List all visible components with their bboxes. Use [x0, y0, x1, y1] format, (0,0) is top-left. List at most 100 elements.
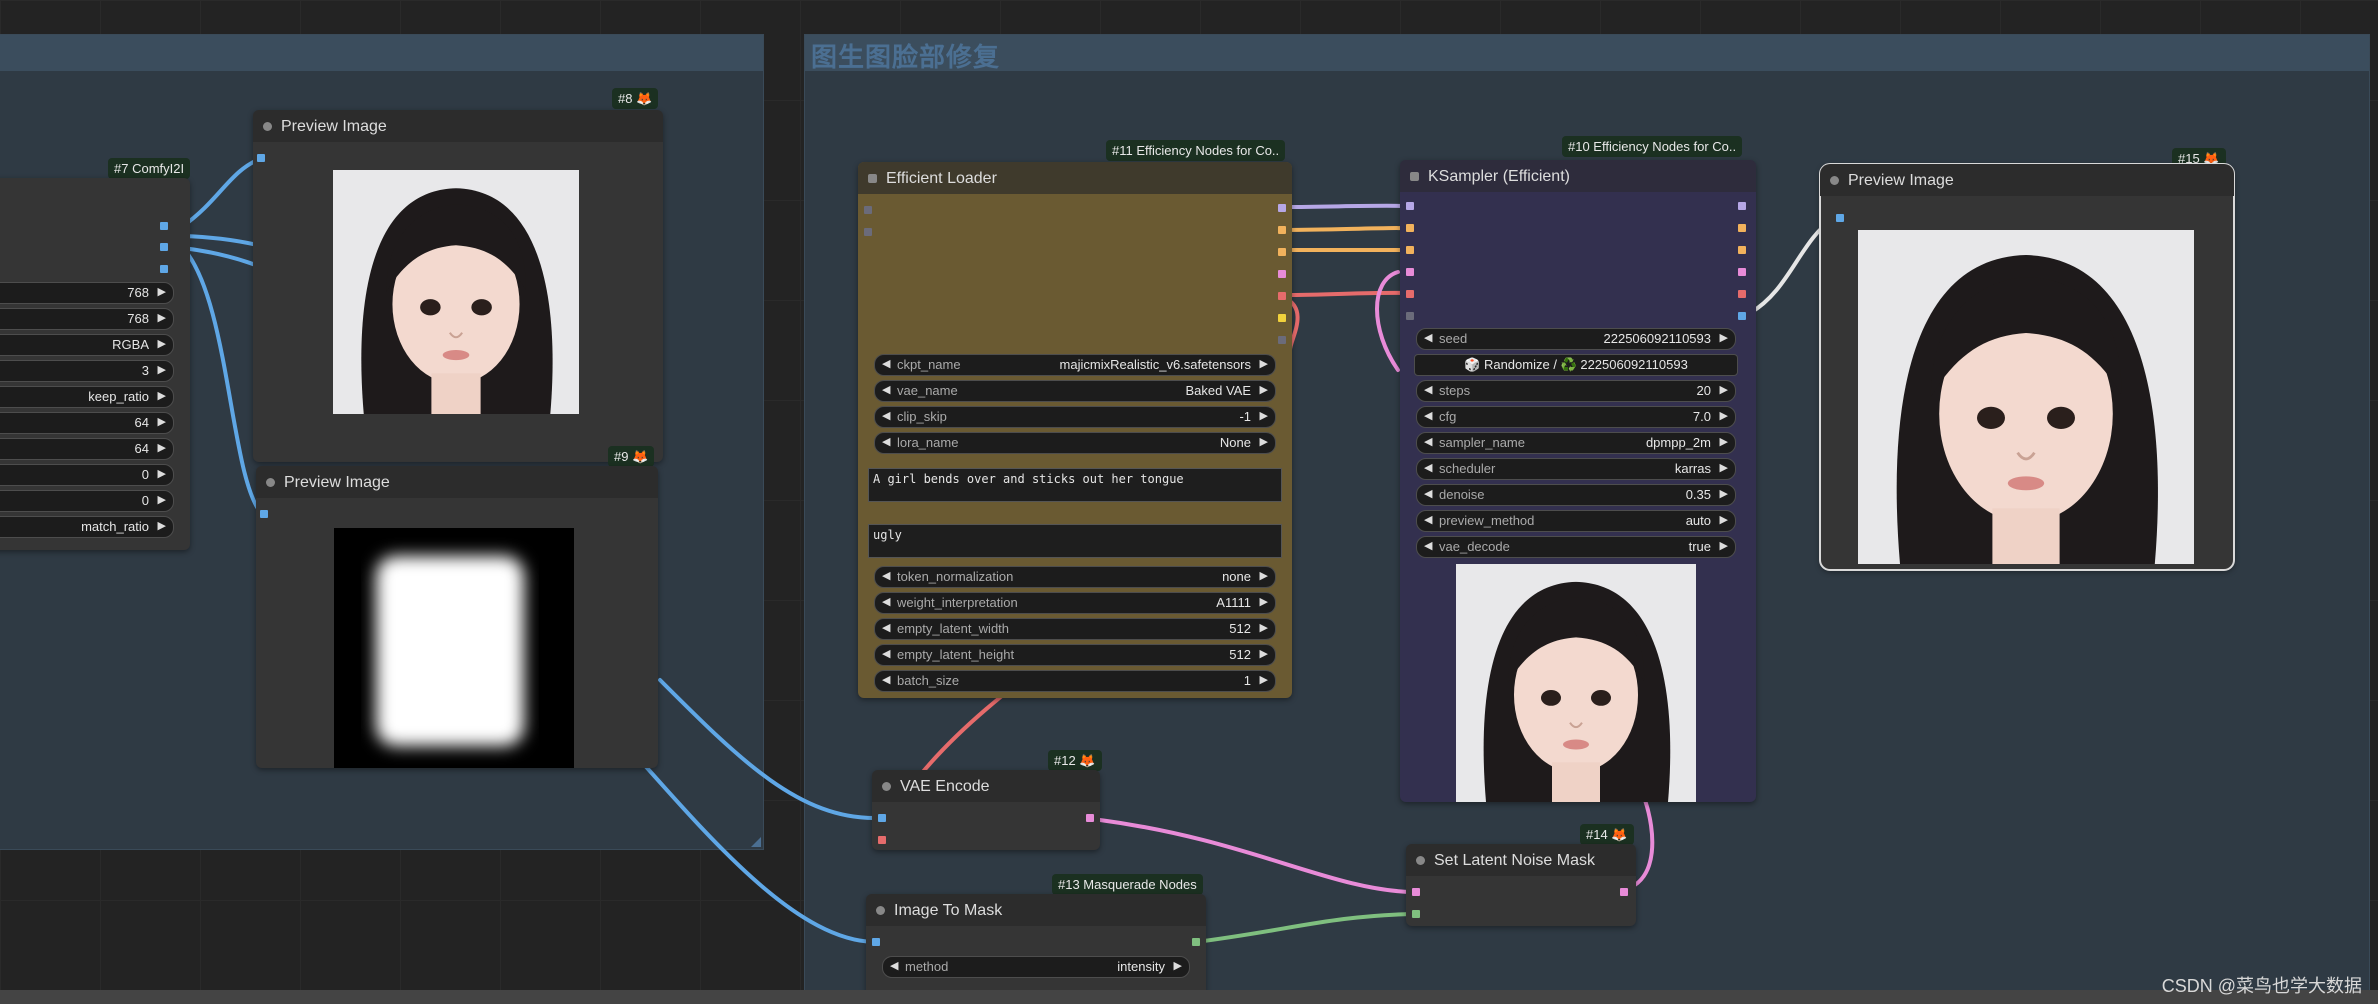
- collapse-dot-icon[interactable]: [1410, 172, 1419, 181]
- increment-arrow-icon[interactable]: ▶: [1720, 383, 1728, 396]
- node8-header[interactable]: Preview Image: [253, 110, 663, 142]
- increment-arrow-icon[interactable]: ▶: [158, 363, 166, 376]
- cfg-widget[interactable]: ◀ cfg 7.0 ▶: [1416, 406, 1736, 428]
- decrement-arrow-icon[interactable]: ◀: [882, 647, 890, 660]
- node7-widget[interactable]: keep_ratio ▶: [0, 386, 174, 408]
- ckpt-name-widget[interactable]: ◀ ckpt_name majicmixRealistic_v6.safetenso…: [874, 354, 1276, 376]
- increment-arrow-icon[interactable]: ▶: [158, 337, 166, 350]
- decrement-arrow-icon[interactable]: ◀: [882, 357, 890, 370]
- node7-widget[interactable]: 0 ▶: [0, 490, 174, 512]
- node14-input-samples[interactable]: [1412, 888, 1420, 896]
- decrement-arrow-icon[interactable]: ◀: [1424, 539, 1432, 552]
- node7-widget[interactable]: 768 ▶: [0, 308, 174, 330]
- increment-arrow-icon[interactable]: ▶: [158, 493, 166, 506]
- increment-arrow-icon[interactable]: ▶: [1720, 461, 1728, 474]
- increment-arrow-icon[interactable]: ▶: [1260, 595, 1268, 608]
- bottom-scrollbar[interactable]: [0, 990, 2378, 1004]
- increment-arrow-icon[interactable]: ▶: [158, 311, 166, 324]
- collapse-dot-icon[interactable]: [1830, 176, 1839, 185]
- node7-widget[interactable]: match_ratio ▶: [0, 516, 174, 538]
- steps-widget[interactable]: ◀ steps 20 ▶: [1416, 380, 1736, 402]
- increment-arrow-icon[interactable]: ▶: [1720, 409, 1728, 422]
- lora-name-widget[interactable]: ◀ lora_name None ▶: [874, 432, 1276, 454]
- node10-input-positive[interactable]: [1406, 224, 1414, 232]
- token-normalization-widget[interactable]: ◀ token_normalization none ▶: [874, 566, 1276, 588]
- node11-output-dependencies[interactable]: [1278, 336, 1286, 344]
- node11-output-vae[interactable]: [1278, 292, 1286, 300]
- node10-input-vae[interactable]: [1406, 290, 1414, 298]
- node10-output-latent[interactable]: [1738, 268, 1746, 276]
- preview-method-widget[interactable]: ◀ preview_method auto ▶: [1416, 510, 1736, 532]
- scheduler-widget[interactable]: ◀ scheduler karras ▶: [1416, 458, 1736, 480]
- decrement-arrow-icon[interactable]: ◀: [1424, 435, 1432, 448]
- clip-skip-widget[interactable]: ◀ clip_skip -1 ▶: [874, 406, 1276, 428]
- vae-name-widget[interactable]: ◀ vae_name Baked VAE ▶: [874, 380, 1276, 402]
- node9-header[interactable]: Preview Image: [256, 466, 658, 498]
- node11-output-model[interactable]: [1278, 204, 1286, 212]
- node7-widget[interactable]: 64 ▶: [0, 438, 174, 460]
- collapse-dot-icon[interactable]: [882, 782, 891, 791]
- node14-set-latent-noise-mask[interactable]: Set Latent Noise Mask: [1406, 844, 1636, 926]
- node15-header[interactable]: Preview Image: [1820, 164, 2234, 196]
- batch-size-widget[interactable]: ◀ batch_size 1 ▶: [874, 670, 1276, 692]
- node10-input-script[interactable]: [1406, 312, 1414, 320]
- increment-arrow-icon[interactable]: ▶: [1260, 673, 1268, 686]
- decrement-arrow-icon[interactable]: ◀: [1424, 409, 1432, 422]
- node7-output-port-2[interactable]: [160, 243, 168, 251]
- node10-output-image[interactable]: [1738, 312, 1746, 320]
- decrement-arrow-icon[interactable]: ◀: [1424, 487, 1432, 500]
- increment-arrow-icon[interactable]: ▶: [1260, 409, 1268, 422]
- increment-arrow-icon[interactable]: ▶: [1174, 959, 1182, 972]
- decrement-arrow-icon[interactable]: ◀: [890, 959, 898, 972]
- node7-widget[interactable]: 0 ▶: [0, 464, 174, 486]
- node10-input-latent[interactable]: [1406, 268, 1414, 276]
- node14-header[interactable]: Set Latent Noise Mask: [1406, 844, 1636, 876]
- collapse-dot-icon[interactable]: [266, 478, 275, 487]
- node13-input-image[interactable]: [872, 938, 880, 946]
- decrement-arrow-icon[interactable]: ◀: [1424, 331, 1432, 344]
- node11-input-port-1[interactable]: [864, 206, 872, 214]
- collapse-dot-icon[interactable]: [1416, 856, 1425, 865]
- node11-input-port-2[interactable]: [864, 228, 872, 236]
- decrement-arrow-icon[interactable]: ◀: [882, 595, 890, 608]
- increment-arrow-icon[interactable]: ▶: [158, 441, 166, 454]
- node8-input-port[interactable]: [257, 154, 265, 162]
- node9-input-port[interactable]: [260, 510, 268, 518]
- node11-output-clip[interactable]: [1278, 314, 1286, 322]
- node12-input-pixels[interactable]: [878, 814, 886, 822]
- node9-preview-image[interactable]: Preview Image: [256, 466, 658, 768]
- node13-output-mask[interactable]: [1192, 938, 1200, 946]
- increment-arrow-icon[interactable]: ▶: [1260, 621, 1268, 634]
- increment-arrow-icon[interactable]: ▶: [158, 389, 166, 402]
- randomize-seed-button[interactable]: 🎲 Randomize / ♻️ 222506092110593: [1414, 354, 1738, 376]
- node14-input-mask[interactable]: [1412, 910, 1420, 918]
- collapse-dot-icon[interactable]: [876, 906, 885, 915]
- node12-vae-encode[interactable]: VAE Encode: [872, 770, 1100, 850]
- node7-widget[interactable]: 768 ▶: [0, 282, 174, 304]
- node13-image-to-mask[interactable]: Image To Mask ◀ method intensity ▶: [866, 894, 1206, 1004]
- node11-header[interactable]: Efficient Loader: [858, 162, 1292, 194]
- node10-input-model[interactable]: [1406, 202, 1414, 210]
- collapse-dot-icon[interactable]: [868, 174, 877, 183]
- decrement-arrow-icon[interactable]: ◀: [882, 383, 890, 396]
- node10-output-positive[interactable]: [1738, 224, 1746, 232]
- node8-preview-image[interactable]: Preview Image: [253, 110, 663, 462]
- collapse-dot-icon[interactable]: [263, 122, 272, 131]
- increment-arrow-icon[interactable]: ▶: [1720, 539, 1728, 552]
- increment-arrow-icon[interactable]: ▶: [1720, 487, 1728, 500]
- node14-output-latent[interactable]: [1620, 888, 1628, 896]
- node7-widget[interactable]: 3 ▶: [0, 360, 174, 382]
- decrement-arrow-icon[interactable]: ◀: [882, 673, 890, 686]
- increment-arrow-icon[interactable]: ▶: [1260, 435, 1268, 448]
- increment-arrow-icon[interactable]: ▶: [1720, 435, 1728, 448]
- positive-prompt-textarea[interactable]: A girl bends over and sticks out her ton…: [868, 468, 1282, 502]
- node7-widget[interactable]: RGBA ▶: [0, 334, 174, 356]
- decrement-arrow-icon[interactable]: ◀: [882, 569, 890, 582]
- sampler-name-widget[interactable]: ◀ sampler_name dpmpp_2m ▶: [1416, 432, 1736, 454]
- node12-header[interactable]: VAE Encode: [872, 770, 1100, 802]
- node10-output-vae[interactable]: [1738, 290, 1746, 298]
- increment-arrow-icon[interactable]: ▶: [158, 519, 166, 532]
- denoise-widget[interactable]: ◀ denoise 0.35 ▶: [1416, 484, 1736, 506]
- node12-input-vae[interactable]: [878, 836, 886, 844]
- weight-interpretation-widget[interactable]: ◀ weight_interpretation A1111 ▶: [874, 592, 1276, 614]
